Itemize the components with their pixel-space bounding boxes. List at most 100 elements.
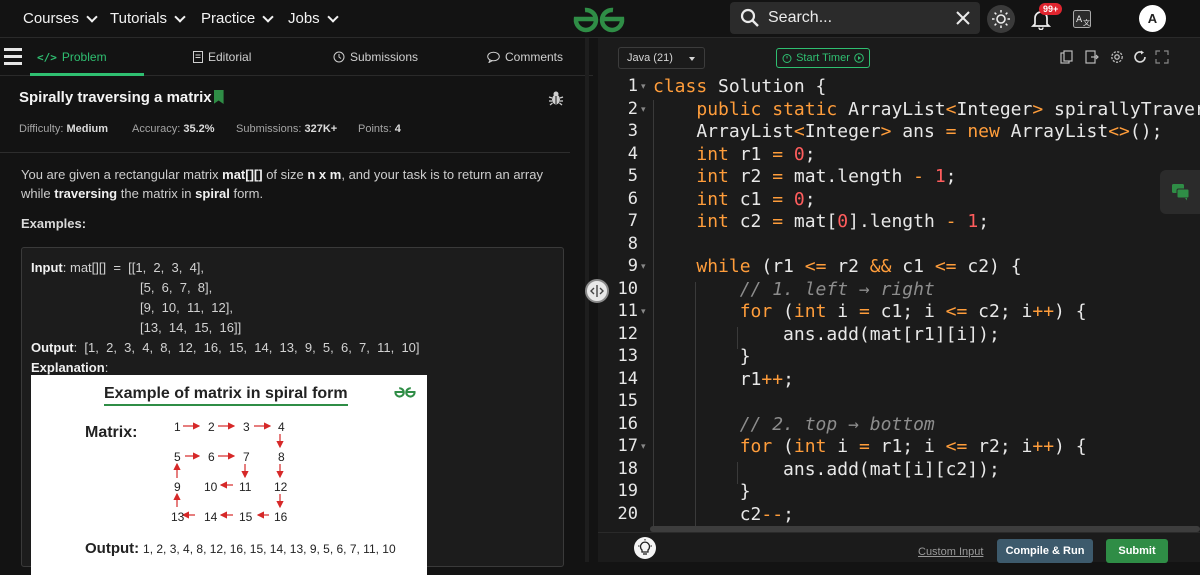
code-line: ArrayList<Integer> ans = new ArrayList<>… (653, 121, 1163, 142)
theme-toggle-button[interactable] (987, 5, 1015, 33)
code-icon: </> (37, 50, 57, 64)
hint-button[interactable] (634, 537, 656, 559)
figure-output: Output: 1, 2, 3, 4, 8, 12, 16, 15, 14, 1… (85, 540, 396, 557)
custom-input-link[interactable]: Custom Input (918, 546, 983, 558)
language-value: Java (21) (627, 52, 673, 64)
play-icon (854, 53, 864, 63)
code-line: int r2 = mat.length - 1; (696, 166, 957, 187)
sun-icon (992, 10, 1010, 28)
reset-icon[interactable] (1133, 50, 1147, 64)
fold-chevron-icon[interactable]: ▾ (641, 306, 646, 317)
nav-jobs-label: Jobs (288, 10, 320, 27)
problem-tabs: </> Problem Editorial Submissions Commen… (0, 38, 593, 76)
line-number: 11 (617, 301, 638, 321)
code-line: } (653, 481, 751, 502)
line-number: 12 (617, 323, 638, 344)
fullscreen-icon[interactable] (1155, 50, 1169, 64)
tab-editorial[interactable]: Editorial (193, 50, 251, 64)
nav-tutorials-label: Tutorials (110, 10, 167, 27)
export-icon[interactable] (1085, 50, 1099, 64)
tab-submissions-label: Submissions (350, 50, 419, 64)
search-bar[interactable]: Search... (730, 2, 980, 34)
menu-icon[interactable] (4, 48, 22, 65)
matrix-cell: 3 (243, 420, 250, 434)
chat-button[interactable] (1160, 170, 1200, 214)
code-line: // 2. top → bottom (739, 413, 935, 435)
gfg-logo[interactable] (570, 4, 628, 34)
tab-comments[interactable]: Comments (487, 50, 563, 64)
compile-run-button[interactable]: Compile & Run (997, 539, 1093, 563)
desc-bold: n x m (307, 167, 342, 182)
explanation-line: Explanation: (31, 360, 108, 375)
fold-chevron-icon[interactable]: ▾ (641, 81, 646, 92)
settings-icon[interactable] (1110, 50, 1124, 64)
nav-tutorials[interactable]: Tutorials (110, 10, 186, 27)
input-line: [13, 14, 15, 16]] (140, 320, 242, 335)
matrix-cell: 16 (274, 510, 288, 524)
bookmark-icon[interactable] (213, 90, 224, 104)
chevron-down-icon (174, 10, 186, 23)
code-editor[interactable]: 1 2 3 4 5 6 7 8 9 10 11 12 13 14 15 16 1… (598, 76, 1200, 526)
fold-chevron-icon[interactable]: ▾ (641, 104, 646, 115)
code-line: for (int i = r1; i <= r2; i++) { (739, 436, 1087, 457)
tab-submissions[interactable]: Submissions (333, 50, 418, 64)
document-icon (193, 51, 203, 63)
points-label: Points: (358, 123, 392, 135)
translate-icon[interactable]: A文 (1073, 10, 1091, 28)
code-line: ans.add(mat[r1][i]); (653, 323, 1000, 345)
code-line: r1++; (653, 368, 794, 390)
gfg-logo (394, 387, 416, 398)
code-line: class Solution { (653, 76, 827, 97)
bug-report-icon[interactable] (548, 90, 564, 106)
language-select[interactable]: Java (21) (618, 47, 705, 69)
nav-courses[interactable]: Courses (23, 10, 98, 27)
nav-jobs[interactable]: Jobs (288, 10, 339, 27)
tab-editorial-label: Editorial (208, 50, 252, 64)
line-number: 17 (617, 436, 638, 456)
matrix-cell: 12 (274, 480, 288, 494)
example-box: Input: mat[][] = [[1, 2, 3, 4], [5, 6, 7… (21, 247, 564, 575)
code-line: public static ArrayList<Integer> spirall… (696, 98, 1200, 120)
line-number-gutter: 1 2 3 4 5 6 7 8 9 10 11 12 13 14 15 16 1… (598, 76, 650, 526)
timer-label: Start Timer (796, 52, 850, 64)
avatar[interactable]: A (1139, 5, 1166, 32)
start-timer-button[interactable]: Start Timer (776, 48, 870, 68)
submit-button[interactable]: Submit (1106, 539, 1168, 563)
line-number: 9 (627, 256, 638, 276)
chat-icon (1172, 184, 1190, 201)
output-line: Output: [1, 2, 3, 4, 8, 12, 16, 15, 14, … (31, 340, 420, 355)
tab-problem-label: Problem (61, 50, 107, 64)
desc-text: You are given a rectangular matrix (21, 167, 223, 182)
input-line: [9, 10, 11, 12], (140, 300, 233, 315)
submissions-meta: Submissions: 327K+ (236, 123, 337, 135)
search-input[interactable]: Search... (768, 9, 956, 27)
line-number: 13 (617, 346, 638, 366)
close-icon[interactable] (956, 11, 970, 25)
line-number: 20 (617, 503, 638, 524)
accuracy-label: Accuracy: (132, 123, 181, 135)
code-line: // 1. left → right (739, 278, 935, 300)
submissions-value: 327K+ (304, 123, 338, 135)
input-line: [5, 6, 7, 8], (140, 280, 213, 295)
tab-problem[interactable]: </> Problem (37, 50, 107, 64)
search-icon (740, 8, 759, 27)
submissions-label: Submissions: (236, 123, 302, 135)
nav-practice[interactable]: Practice (201, 10, 274, 27)
nav-courses-label: Courses (23, 10, 79, 27)
difficulty-meta: Difficulty: Medium (19, 123, 108, 135)
explanation-colon: : (104, 360, 109, 375)
pane-resize-handle[interactable] (585, 279, 609, 303)
fold-chevron-icon[interactable]: ▾ (641, 441, 646, 452)
line-number: 19 (617, 481, 638, 501)
copy-icon[interactable] (1060, 50, 1074, 64)
code-line: for (int i = c1; i <= c2; i++) { (739, 301, 1087, 322)
desc-text: the matrix in (117, 186, 196, 201)
svg-text:A: A (1076, 15, 1083, 25)
matrix-cell: 11 (239, 480, 252, 494)
desc-bold: mat[][] (222, 167, 263, 182)
svg-text:文: 文 (1083, 18, 1090, 27)
fold-chevron-icon[interactable]: ▾ (641, 261, 646, 272)
desc-bold: traversing (54, 186, 118, 201)
input-line: Input: mat[][] = [[1, 2, 3, 4], (31, 260, 204, 275)
line-number: 4 (627, 143, 638, 164)
